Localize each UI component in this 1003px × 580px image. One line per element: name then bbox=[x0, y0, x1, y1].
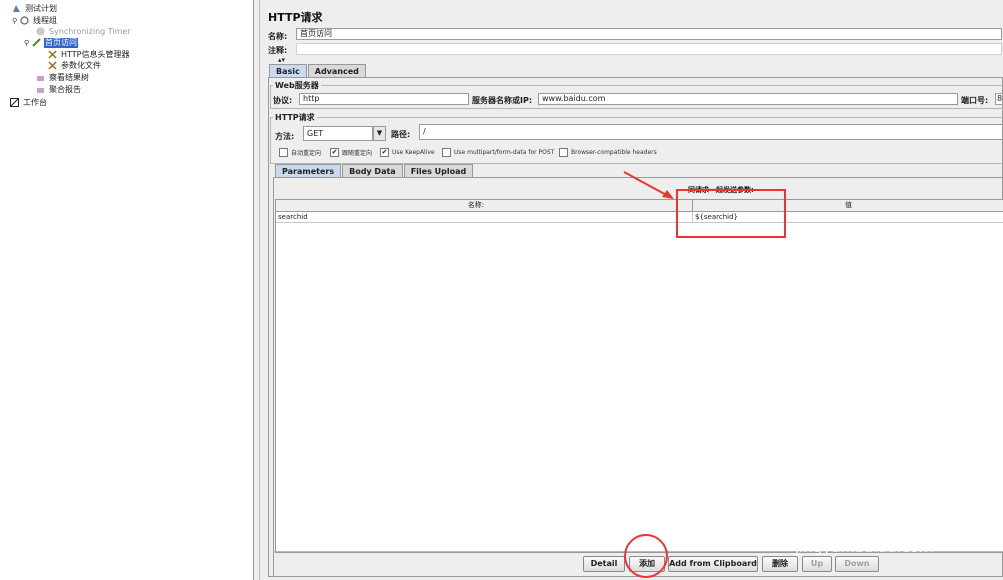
svg-text:Bai du 经验: Bai du 经验 bbox=[775, 495, 999, 539]
checkbox-box bbox=[559, 148, 568, 157]
checkbox-box: ✔ bbox=[380, 148, 389, 157]
checkbox-box bbox=[279, 148, 288, 157]
workbench-icon bbox=[10, 98, 19, 107]
tree-node-synchronizing-timer[interactable]: Synchronizing Timer bbox=[36, 26, 132, 37]
name-field[interactable]: 首页访问 bbox=[296, 28, 1002, 40]
checkbox-label: 自动重定向 bbox=[291, 150, 322, 157]
expand-icon[interactable]: ⚲ bbox=[12, 17, 17, 25]
path-label: 路径: bbox=[391, 130, 411, 139]
tree-node-aggregate-report[interactable]: 聚合报告 bbox=[36, 84, 82, 95]
baidu-jingyan-watermark: Bai du 经验 jingyan.baidu.com bbox=[775, 476, 999, 556]
page-title: HTTP请求 bbox=[268, 11, 323, 24]
tab-basic[interactable]: Basic bbox=[269, 64, 307, 77]
checkbox-label: Browser-compatible headers bbox=[571, 149, 657, 156]
table-cell-name[interactable]: searchid bbox=[276, 212, 677, 223]
request-data-tabs: Parameters Body Data Files Upload bbox=[275, 164, 474, 177]
http-request-title: HTTP请求 bbox=[273, 112, 317, 123]
checkbox-browser-compatible[interactable]: Browser-compatible headers bbox=[559, 148, 657, 157]
tree-node-thread-group[interactable]: ⚲ 线程组 bbox=[12, 15, 58, 26]
annotation-highlight-box bbox=[676, 189, 786, 238]
column-header-name[interactable]: 名称: bbox=[276, 200, 677, 212]
config-element-icon bbox=[48, 61, 57, 70]
checkbox-label: 跟随重定向 bbox=[342, 150, 373, 157]
timer-icon bbox=[36, 27, 45, 36]
annotation-arrow-icon bbox=[623, 171, 674, 199]
detail-button[interactable]: Detail bbox=[583, 556, 625, 572]
thread-group-icon bbox=[20, 16, 29, 25]
sampler-icon bbox=[32, 38, 41, 47]
protocol-label: 协议: bbox=[273, 96, 293, 105]
port-label: 端口号: bbox=[961, 96, 989, 105]
checkbox-box bbox=[442, 148, 451, 157]
server-field[interactable]: www.baidu.com bbox=[538, 93, 958, 105]
checkbox-multipart[interactable]: Use multipart/form-data for POST bbox=[442, 148, 554, 157]
annotation-circle bbox=[624, 534, 668, 578]
config-tabs: Basic Advanced bbox=[269, 64, 367, 77]
tab-body-data[interactable]: Body Data bbox=[342, 164, 403, 177]
checkbox-keepalive[interactable]: ✔ Use KeepAlive bbox=[380, 148, 435, 157]
listener-icon bbox=[36, 73, 45, 82]
config-element-icon bbox=[48, 50, 57, 59]
comment-label: 注释: bbox=[268, 46, 288, 55]
checkbox-box: ✔ bbox=[330, 148, 339, 157]
test-plan-tree[interactable]: 测试计划 ⚲ 线程组 Synchronizing Timer ⚲ 首页访问 HT… bbox=[0, 0, 254, 580]
name-label: 名称: bbox=[268, 32, 288, 41]
protocol-field[interactable]: http bbox=[299, 93, 469, 105]
tree-node-homepage-request[interactable]: ⚲ 首页访问 bbox=[24, 37, 78, 48]
chevron-down-icon[interactable]: ▼ bbox=[373, 126, 386, 141]
method-label: 方法: bbox=[275, 132, 295, 141]
tab-files-upload[interactable]: Files Upload bbox=[403, 164, 474, 177]
tree-node-view-results-tree[interactable]: 察看结果树 bbox=[36, 72, 90, 83]
add-from-clipboard-button[interactable]: Add from Clipboard bbox=[668, 556, 758, 572]
svg-text:jingyan.baidu.com: jingyan.baidu.com bbox=[794, 538, 933, 556]
test-plan-icon bbox=[12, 4, 21, 13]
tree-node-test-plan[interactable]: 测试计划 bbox=[12, 3, 58, 14]
tab-parameters[interactable]: Parameters bbox=[275, 164, 342, 177]
method-value: GET bbox=[307, 129, 324, 138]
server-label: 服务器名称或IP: bbox=[472, 96, 533, 105]
tree-node-workbench[interactable]: 工作台 bbox=[10, 97, 48, 108]
checkbox-auto-redirect[interactable]: 自动重定向 bbox=[279, 148, 321, 157]
checkbox-follow-redirects[interactable]: ✔ 跟随重定向 bbox=[330, 148, 372, 157]
comment-field[interactable] bbox=[296, 43, 1002, 55]
expand-icon[interactable]: ⚲ bbox=[24, 39, 29, 47]
web-server-title: Web服务器 bbox=[273, 80, 321, 91]
port-field[interactable]: 8 bbox=[995, 93, 1003, 105]
http-request-panel: HTTP请求 名称: 首页访问 注释: ▴▾ Basic Advanced We… bbox=[260, 0, 1003, 580]
path-field[interactable]: / bbox=[419, 124, 1003, 140]
checkbox-label: Use multipart/form-data for POST bbox=[454, 149, 555, 156]
tree-node-csv-data-file[interactable]: 参数化文件 bbox=[48, 60, 102, 71]
collapse-toggle-icon[interactable]: ▴▾ bbox=[278, 56, 285, 64]
tree-node-header-manager[interactable]: HTTP信息头管理器 bbox=[48, 49, 130, 60]
listener-icon bbox=[36, 85, 45, 94]
tab-advanced[interactable]: Advanced bbox=[307, 64, 366, 77]
method-select[interactable]: GET bbox=[303, 126, 373, 141]
checkbox-label: Use KeepAlive bbox=[392, 149, 435, 156]
